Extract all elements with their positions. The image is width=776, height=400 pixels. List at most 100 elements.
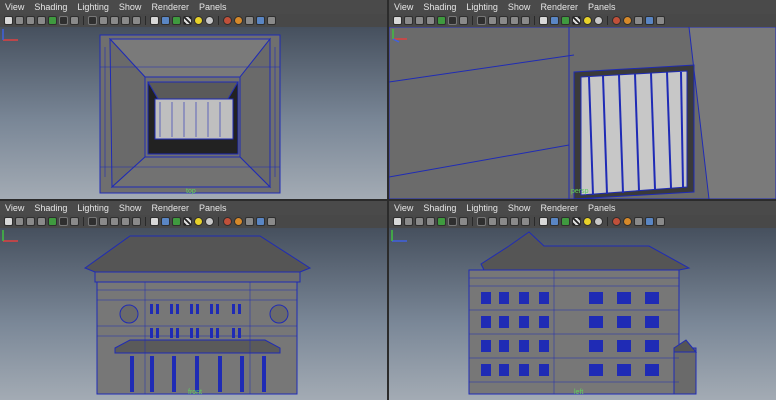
wireframe-icon[interactable] [150, 217, 159, 226]
xray-joints-icon[interactable] [623, 16, 632, 25]
gate-mask-icon[interactable] [88, 217, 97, 226]
use-all-lights-icon[interactable] [194, 16, 203, 25]
xray-joints-icon[interactable] [234, 217, 243, 226]
film-gate-icon[interactable] [448, 217, 457, 226]
smooth-shade-icon[interactable] [161, 217, 170, 226]
isolate-icon[interactable] [521, 217, 530, 226]
use-all-lights-icon[interactable] [194, 217, 203, 226]
hud-icon[interactable] [656, 217, 665, 226]
menu-panels[interactable]: Panels [199, 203, 227, 213]
gate-mask-icon[interactable] [88, 16, 97, 25]
shadows-icon[interactable] [205, 217, 214, 226]
image-plane-icon[interactable] [426, 217, 435, 226]
shadows-icon[interactable] [594, 217, 603, 226]
isolate-icon[interactable] [132, 217, 141, 226]
film-gate-icon[interactable] [59, 16, 68, 25]
menu-panels[interactable]: Panels [588, 203, 616, 213]
menu-panels[interactable]: Panels [199, 2, 227, 12]
camera-icon[interactable] [4, 217, 13, 226]
backface-icon[interactable] [634, 16, 643, 25]
wireframe-on-shaded-icon[interactable] [561, 217, 570, 226]
resolution-gate-icon[interactable] [459, 217, 468, 226]
shadows-icon[interactable] [205, 16, 214, 25]
textured-icon[interactable] [572, 217, 581, 226]
smooth-shade-icon[interactable] [161, 16, 170, 25]
xray-joints-icon[interactable] [623, 217, 632, 226]
wireframe-icon[interactable] [539, 217, 548, 226]
wireframe-icon[interactable] [539, 16, 548, 25]
menu-shading[interactable]: Shading [34, 203, 67, 213]
viewport-panel-side[interactable]: View Shading Lighting Show Renderer Pane… [389, 201, 776, 400]
menu-lighting[interactable]: Lighting [466, 203, 498, 213]
isolate-icon[interactable] [521, 16, 530, 25]
backface-icon[interactable] [634, 217, 643, 226]
xray-icon[interactable] [612, 16, 621, 25]
menu-renderer[interactable]: Renderer [540, 2, 578, 12]
menu-view[interactable]: View [394, 203, 413, 213]
menu-view[interactable]: View [394, 2, 413, 12]
grid-icon[interactable] [48, 217, 57, 226]
safe-action-icon[interactable] [499, 217, 508, 226]
isolate-icon[interactable] [132, 16, 141, 25]
gate-mask-icon[interactable] [477, 16, 486, 25]
image-plane-icon[interactable] [426, 16, 435, 25]
viewport-panel-persp[interactable]: View Shading Lighting Show Renderer Pane… [389, 0, 776, 199]
wireframe-on-shaded-icon[interactable] [172, 217, 181, 226]
menu-shading[interactable]: Shading [423, 2, 456, 12]
menu-shading[interactable]: Shading [34, 2, 67, 12]
grid-icon[interactable] [48, 16, 57, 25]
backface-icon[interactable] [245, 217, 254, 226]
viewport-side-view[interactable]: left [389, 228, 776, 400]
field-chart-icon[interactable] [99, 16, 108, 25]
use-all-lights-icon[interactable] [583, 16, 592, 25]
menu-view[interactable]: View [5, 203, 24, 213]
field-chart-icon[interactable] [488, 217, 497, 226]
resolution-icon[interactable] [256, 16, 265, 25]
resolution-icon[interactable] [645, 217, 654, 226]
wireframe-on-shaded-icon[interactable] [561, 16, 570, 25]
image-plane-icon[interactable] [37, 16, 46, 25]
safe-action-icon[interactable] [110, 16, 119, 25]
image-plane-icon[interactable] [37, 217, 46, 226]
textured-icon[interactable] [183, 16, 192, 25]
hud-icon[interactable] [656, 16, 665, 25]
safe-action-icon[interactable] [110, 217, 119, 226]
safe-action-icon[interactable] [499, 16, 508, 25]
resolution-icon[interactable] [256, 217, 265, 226]
menu-panels[interactable]: Panels [588, 2, 616, 12]
bookmark-icon[interactable] [26, 217, 35, 226]
viewport-panel-front[interactable]: View Shading Lighting Show Renderer Pane… [0, 201, 387, 400]
camera-icon[interactable] [393, 217, 402, 226]
wireframe-on-shaded-icon[interactable] [172, 16, 181, 25]
camera-icon[interactable] [4, 16, 13, 25]
camera-attr-icon[interactable] [404, 16, 413, 25]
gate-mask-icon[interactable] [477, 217, 486, 226]
field-chart-icon[interactable] [488, 16, 497, 25]
hud-icon[interactable] [267, 217, 276, 226]
menu-show[interactable]: Show [119, 203, 142, 213]
xray-icon[interactable] [612, 217, 621, 226]
smooth-shade-icon[interactable] [550, 16, 559, 25]
menu-show[interactable]: Show [119, 2, 142, 12]
viewport-panel-top[interactable]: View Shading Lighting Show Renderer Pane… [0, 0, 387, 199]
camera-attr-icon[interactable] [15, 217, 24, 226]
menu-renderer[interactable]: Renderer [151, 203, 189, 213]
xray-icon[interactable] [223, 217, 232, 226]
viewport-front-view[interactable]: front [0, 228, 387, 400]
wireframe-icon[interactable] [150, 16, 159, 25]
textured-icon[interactable] [183, 217, 192, 226]
resolution-gate-icon[interactable] [459, 16, 468, 25]
menu-renderer[interactable]: Renderer [151, 2, 189, 12]
menu-show[interactable]: Show [508, 2, 531, 12]
resolution-icon[interactable] [645, 16, 654, 25]
grid-icon[interactable] [437, 16, 446, 25]
safe-title-icon[interactable] [121, 217, 130, 226]
resolution-gate-icon[interactable] [70, 217, 79, 226]
hud-icon[interactable] [267, 16, 276, 25]
use-all-lights-icon[interactable] [583, 217, 592, 226]
camera-attr-icon[interactable] [15, 16, 24, 25]
safe-title-icon[interactable] [121, 16, 130, 25]
bookmark-icon[interactable] [415, 217, 424, 226]
resolution-gate-icon[interactable] [70, 16, 79, 25]
menu-view[interactable]: View [5, 2, 24, 12]
